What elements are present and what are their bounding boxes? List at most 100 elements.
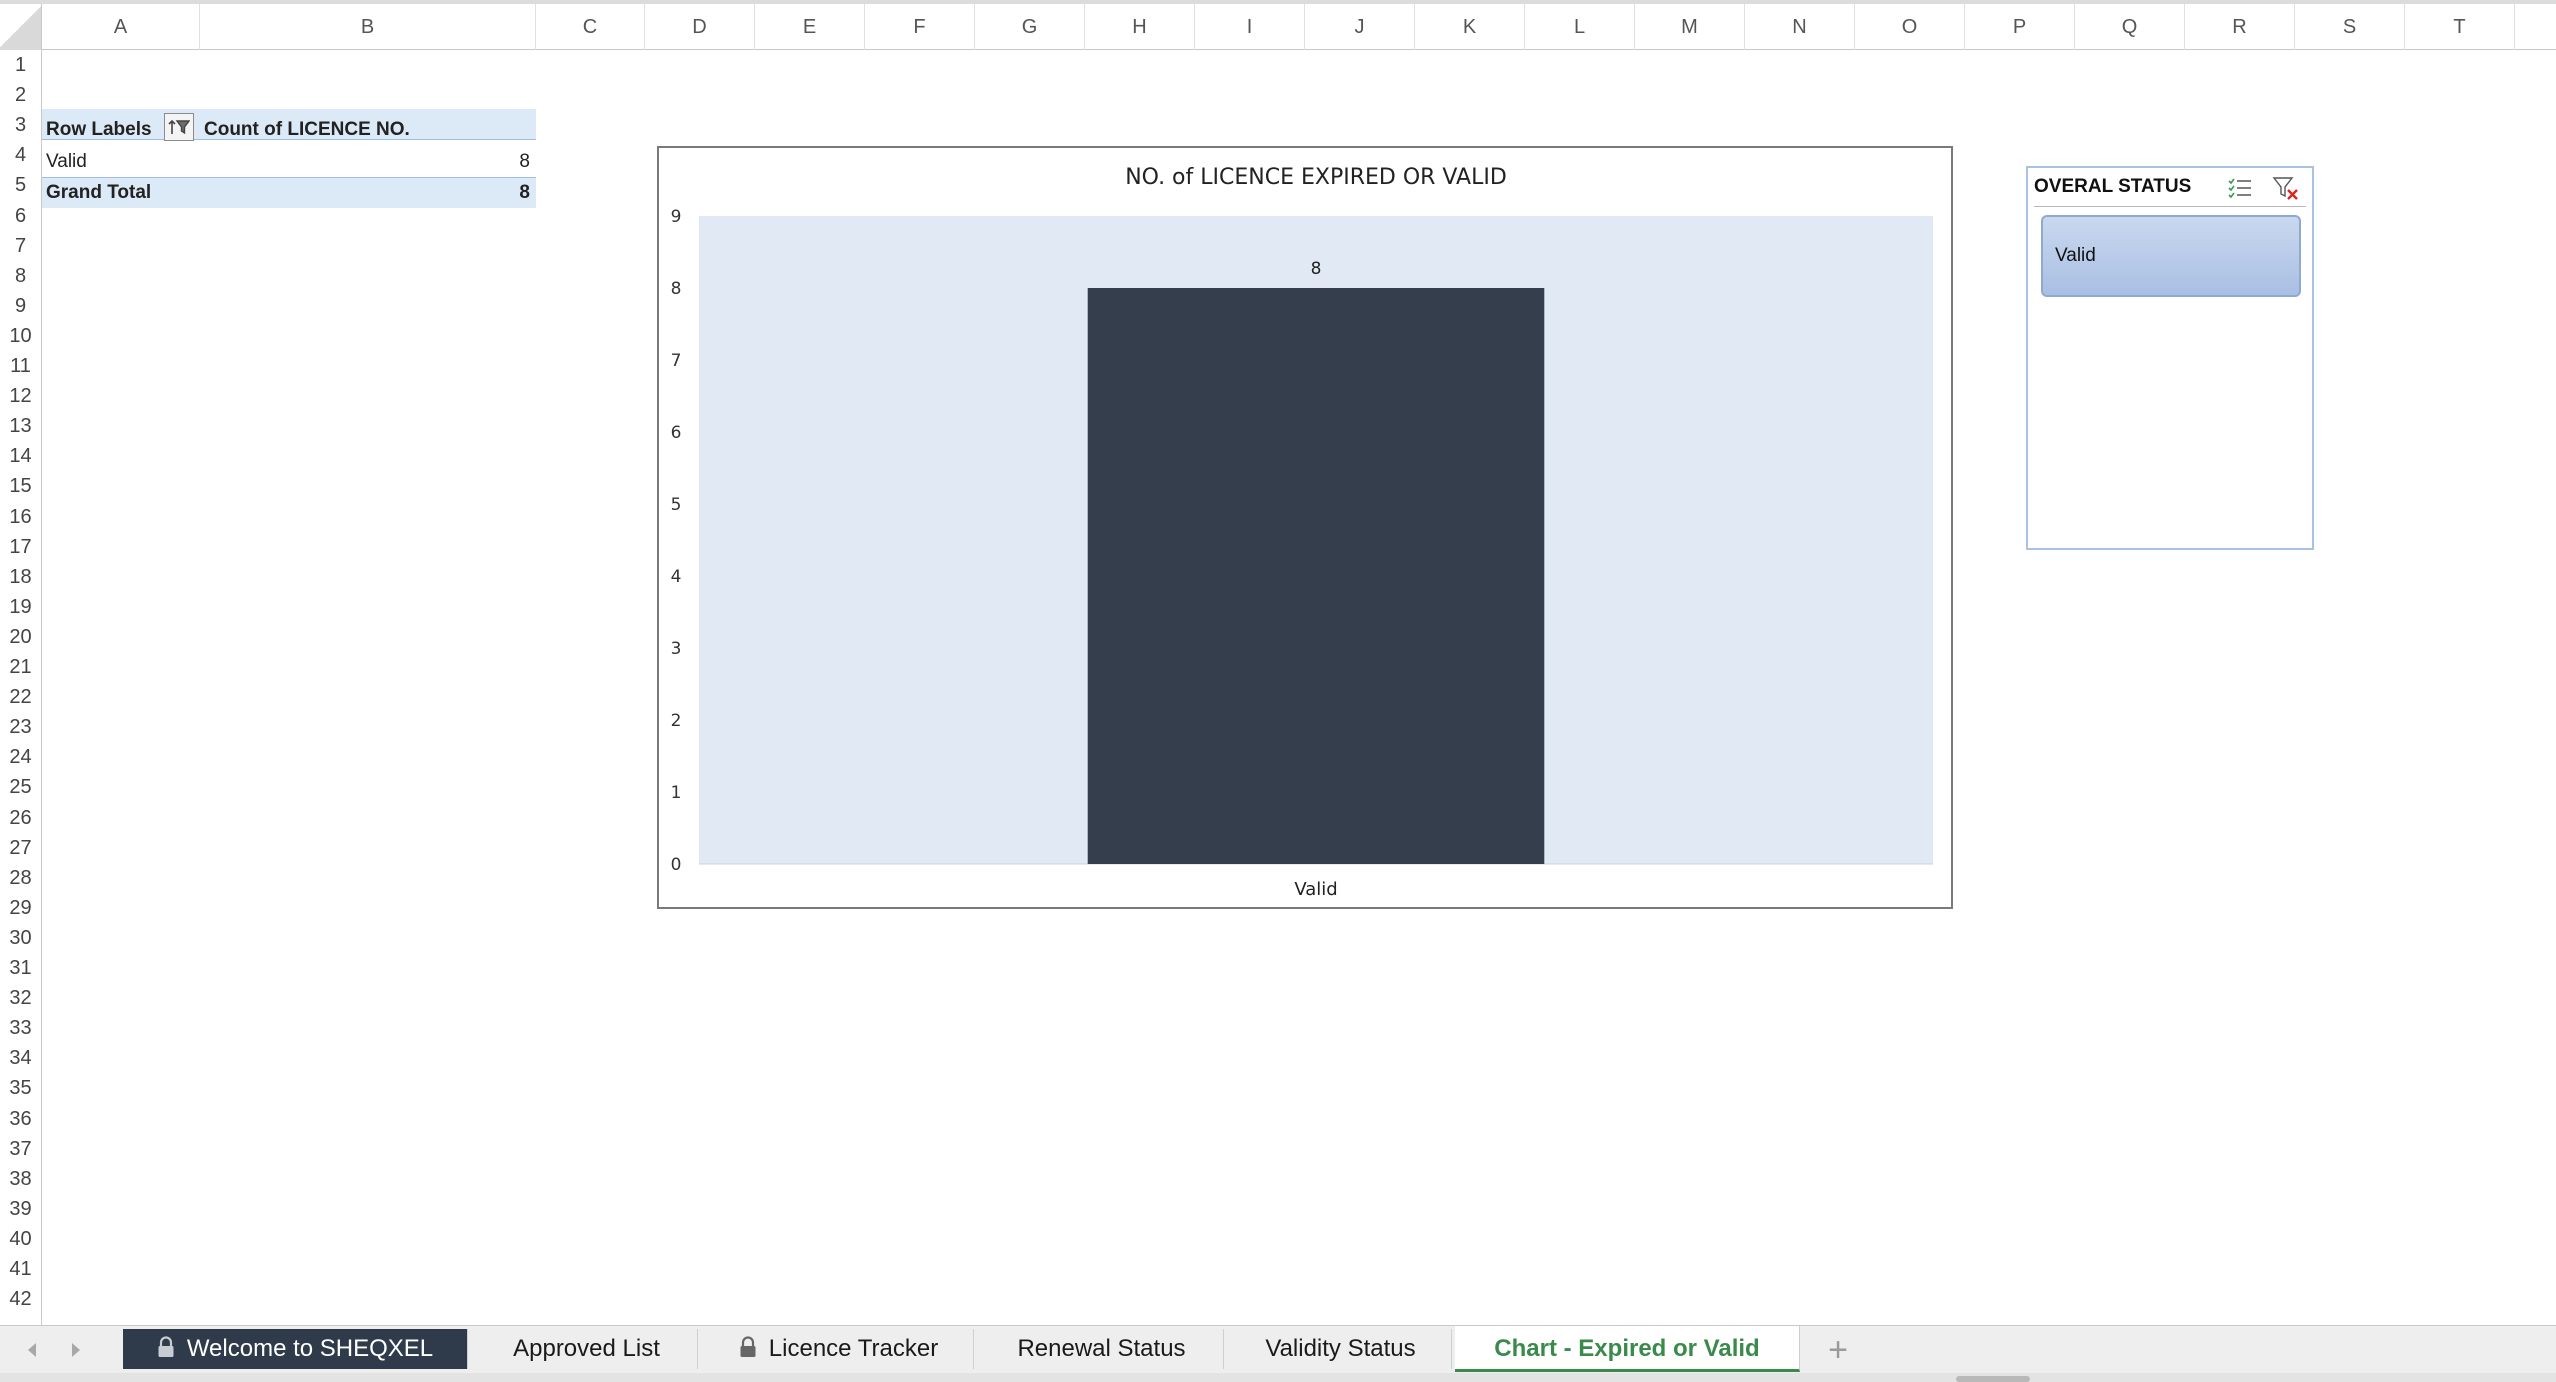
column-header-q[interactable]: Q xyxy=(2075,4,2185,50)
row-header-26[interactable]: 26 xyxy=(0,803,41,833)
column-header-f[interactable]: F xyxy=(865,4,975,50)
row-header-36[interactable]: 36 xyxy=(0,1104,41,1134)
row-header-41[interactable]: 41 xyxy=(0,1254,41,1284)
column-header-bar: A B C D E F G H I J K L M N O P Q R S T xyxy=(0,0,2556,50)
column-header-b[interactable]: B xyxy=(200,4,536,50)
row-header-27[interactable]: 27 xyxy=(0,833,41,863)
row-header-11[interactable]: 11 xyxy=(0,351,41,381)
tab-welcome-to-sheqxel[interactable]: Welcome to SHEQXEL xyxy=(123,1329,468,1369)
tab-label: Welcome to SHEQXEL xyxy=(186,1335,434,1362)
row-header-28[interactable]: 28 xyxy=(0,863,41,893)
row-header-42[interactable]: 42 xyxy=(0,1284,41,1314)
row-header-12[interactable]: 12 xyxy=(0,381,41,411)
row-header-37[interactable]: 37 xyxy=(0,1134,41,1164)
chart-y-tick-label: 1 xyxy=(671,783,682,803)
scroll-tabs-right-button[interactable] xyxy=(64,1338,88,1362)
row-header-30[interactable]: 30 xyxy=(0,923,41,953)
column-header-d[interactable]: D xyxy=(645,4,755,50)
chart-y-tick-label: 5 xyxy=(671,495,682,515)
tab-approved-list[interactable]: Approved List xyxy=(476,1329,698,1369)
row-header-8[interactable]: 8 xyxy=(0,261,41,291)
row-header-40[interactable]: 40 xyxy=(0,1224,41,1254)
row-header-33[interactable]: 33 xyxy=(0,1013,41,1043)
slicer-overal-status[interactable]: OVERAL STATUS Valid xyxy=(2026,166,2314,550)
column-header-i[interactable]: I xyxy=(1195,4,1305,50)
select-all-corner[interactable] xyxy=(0,4,42,50)
row-header-29[interactable]: 29 xyxy=(0,893,41,923)
tab-label: Approved List xyxy=(513,1335,660,1362)
row-header-14[interactable]: 14 xyxy=(0,441,41,471)
row-header-3[interactable]: 3 xyxy=(0,110,41,140)
column-header-k[interactable]: K xyxy=(1415,4,1525,50)
tab-renewal-status[interactable]: Renewal Status xyxy=(980,1329,1224,1369)
row-header-7[interactable]: 7 xyxy=(0,231,41,261)
chart-expired-or-valid[interactable]: NO. of LICENCE EXPIRED OR VALID 0 1 2 3 4 5 6 7 8… xyxy=(657,146,1953,909)
row-header-34[interactable]: 34 xyxy=(0,1043,41,1073)
row-header-23[interactable]: 23 xyxy=(0,712,41,742)
chart-svg: NO. of LICENCE EXPIRED OR VALID 0 1 2 3 4 5 6 7 8… xyxy=(671,165,1933,900)
row-header-5[interactable]: 5 xyxy=(0,170,41,200)
row-header-32[interactable]: 32 xyxy=(0,983,41,1013)
pivot-filter-button[interactable] xyxy=(164,113,194,141)
horizontal-scrollbar[interactable] xyxy=(0,1373,2556,1382)
clear-filter-icon[interactable] xyxy=(2272,174,2300,202)
column-header-l[interactable]: L xyxy=(1525,4,1635,50)
scroll-tabs-left-button[interactable] xyxy=(20,1338,44,1362)
row-header-38[interactable]: 38 xyxy=(0,1164,41,1194)
column-header-e[interactable]: E xyxy=(755,4,865,50)
column-header-j[interactable]: J xyxy=(1305,4,1415,50)
row-header-16[interactable]: 16 xyxy=(0,502,41,532)
pivot-grand-total-value[interactable]: 8 xyxy=(470,178,530,208)
filter-sort-icon xyxy=(168,119,190,135)
column-header-c[interactable]: C xyxy=(536,4,645,50)
pivot-row-labels-header[interactable]: Row Labels xyxy=(46,115,152,145)
pivot-grand-total-label[interactable]: Grand Total xyxy=(46,178,151,208)
add-sheet-button[interactable]: + xyxy=(1818,1330,1858,1370)
row-header-19[interactable]: 19 xyxy=(0,592,41,622)
column-header-t[interactable]: T xyxy=(2405,4,2515,50)
row-header-4[interactable]: 4 xyxy=(0,140,41,170)
column-header-h[interactable]: H xyxy=(1085,4,1195,50)
row-header-18[interactable]: 18 xyxy=(0,562,41,592)
column-header-p[interactable]: P xyxy=(1965,4,2075,50)
column-header-n[interactable]: N xyxy=(1745,4,1855,50)
multi-select-icon[interactable] xyxy=(2226,174,2254,202)
slicer-item-valid[interactable]: Valid xyxy=(2041,215,2301,297)
row-header-17[interactable]: 17 xyxy=(0,532,41,562)
chart-y-tick-label: 4 xyxy=(671,567,682,587)
row-header-35[interactable]: 35 xyxy=(0,1073,41,1103)
chart-y-tick-label: 9 xyxy=(671,207,682,227)
pivot-row-label[interactable]: Valid xyxy=(46,147,87,177)
tab-validity-status[interactable]: Validity Status xyxy=(1230,1329,1452,1369)
row-header-22[interactable]: 22 xyxy=(0,682,41,712)
row-header-20[interactable]: 20 xyxy=(0,622,41,652)
row-header-25[interactable]: 25 xyxy=(0,772,41,802)
chart-data-label: 8 xyxy=(1311,259,1322,279)
chart-y-tick-label: 6 xyxy=(671,423,682,443)
row-header-24[interactable]: 24 xyxy=(0,742,41,772)
tab-licence-tracker[interactable]: Licence Tracker xyxy=(704,1329,974,1369)
horizontal-scroll-thumb[interactable] xyxy=(1956,1376,2030,1382)
column-header-a[interactable]: A xyxy=(42,4,200,50)
row-header-2[interactable]: 2 xyxy=(0,80,41,110)
row-header-6[interactable]: 6 xyxy=(0,201,41,231)
chart-y-tick-label: 7 xyxy=(671,351,682,371)
column-header-o[interactable]: O xyxy=(1855,4,1965,50)
column-header-r[interactable]: R xyxy=(2185,4,2295,50)
row-header-31[interactable]: 31 xyxy=(0,953,41,983)
row-header-21[interactable]: 21 xyxy=(0,652,41,682)
chart-x-tick-label: Valid xyxy=(1294,879,1337,900)
pivot-count-header[interactable]: Count of LICENCE NO. xyxy=(204,115,410,145)
column-header-g[interactable]: G xyxy=(975,4,1085,50)
row-header-1[interactable]: 1 xyxy=(0,50,41,80)
row-header-39[interactable]: 39 xyxy=(0,1194,41,1224)
chevron-left-icon xyxy=(28,1343,36,1357)
row-header-10[interactable]: 10 xyxy=(0,321,41,351)
row-header-15[interactable]: 15 xyxy=(0,471,41,501)
row-header-9[interactable]: 9 xyxy=(0,291,41,321)
pivot-row-value[interactable]: 8 xyxy=(470,147,530,177)
tab-chart-expired-or-valid[interactable]: Chart - Expired or Valid xyxy=(1455,1326,1800,1372)
column-header-s[interactable]: S xyxy=(2295,4,2405,50)
row-header-13[interactable]: 13 xyxy=(0,411,41,441)
column-header-m[interactable]: M xyxy=(1635,4,1745,50)
